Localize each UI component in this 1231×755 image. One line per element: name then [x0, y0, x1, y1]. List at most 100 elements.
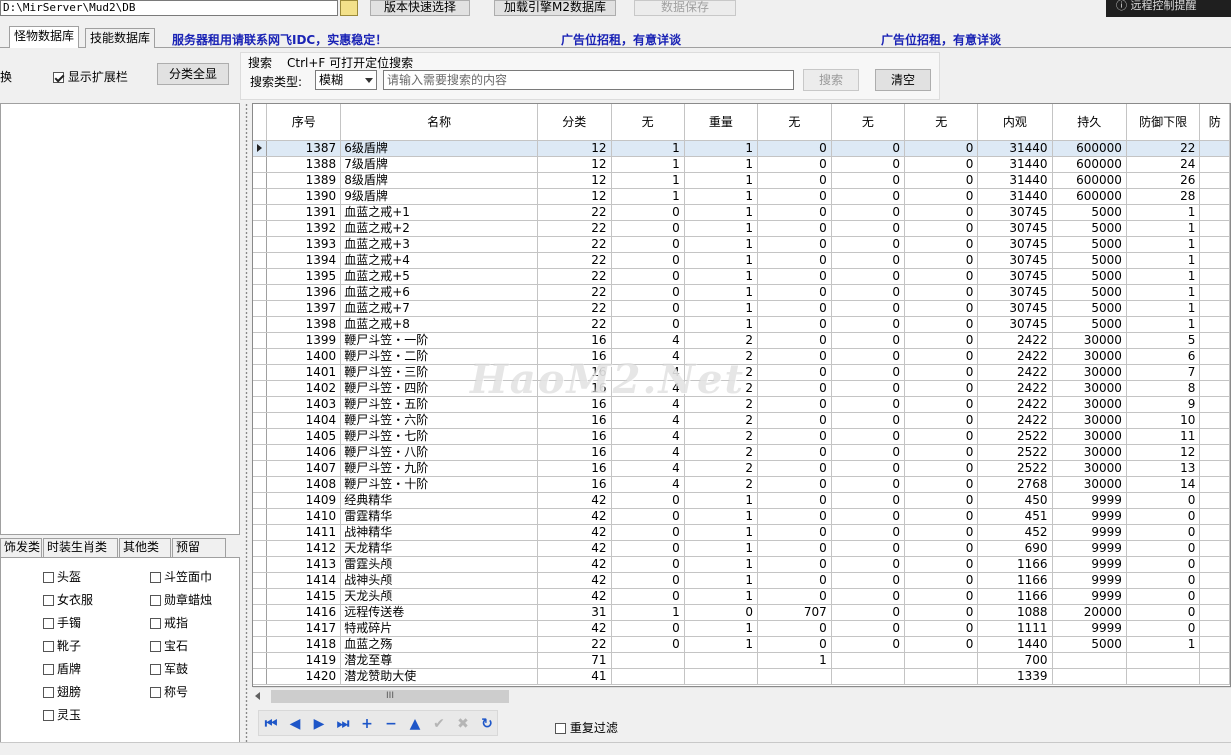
- table-cell[interactable]: 0: [904, 540, 979, 557]
- table-row[interactable]: 1393 血蓝之戒+3 22 0 1 0 0 0 30745 5000 1: [253, 236, 1230, 253]
- table-cell[interactable]: 22: [537, 204, 612, 221]
- table-cell[interactable]: 0: [1126, 508, 1201, 525]
- cat-bracelet[interactable]: 手镯: [43, 614, 81, 631]
- table-cell[interactable]: 16: [537, 332, 612, 349]
- table-cell[interactable]: 30000: [1052, 444, 1127, 461]
- table-cell[interactable]: 1405: [266, 428, 342, 445]
- table-cell[interactable]: 0: [904, 348, 979, 365]
- first-icon[interactable]: ⏮: [261, 714, 281, 734]
- table-cell[interactable]: 2: [684, 460, 759, 477]
- table-cell[interactable]: 5000: [1052, 316, 1127, 333]
- table-cell[interactable]: 6级盾牌: [340, 140, 538, 157]
- table-cell[interactable]: 4: [611, 332, 685, 349]
- table-cell[interactable]: 42: [537, 556, 612, 573]
- table-cell[interactable]: 鞭尸斗笠・九阶: [340, 460, 538, 477]
- table-row[interactable]: 1391 血蓝之戒+1 22 0 1 0 0 0 30745 5000 1: [253, 204, 1230, 221]
- table-cell[interactable]: 0: [1126, 572, 1201, 589]
- scroll-thumb[interactable]: III: [271, 690, 509, 703]
- table-cell[interactable]: 1: [611, 172, 685, 189]
- table-cell[interactable]: 1389: [266, 172, 342, 189]
- header-cell[interactable]: 无: [904, 104, 979, 141]
- table-cell[interactable]: 6: [1126, 348, 1201, 365]
- last-icon[interactable]: ⏭: [333, 714, 353, 734]
- table-cell[interactable]: 2: [684, 364, 759, 381]
- table-cell[interactable]: 1396: [266, 284, 342, 301]
- table-cell[interactable]: 1417: [266, 620, 342, 637]
- table-cell[interactable]: 600000: [1052, 156, 1127, 173]
- table-cell[interactable]: 0: [1126, 620, 1201, 637]
- table-cell[interactable]: 12: [537, 140, 612, 157]
- table-cell[interactable]: 0: [611, 556, 685, 573]
- cat-checkbox[interactable]: [43, 595, 54, 606]
- table-cell[interactable]: [1199, 540, 1230, 557]
- row-indicator[interactable]: [253, 220, 268, 237]
- table-cell[interactable]: 0: [831, 172, 906, 189]
- table-cell[interactable]: 1413: [266, 556, 342, 573]
- table-cell[interactable]: 4: [611, 476, 685, 493]
- table-cell[interactable]: 2522: [977, 460, 1053, 477]
- table-cell[interactable]: 1: [684, 540, 759, 557]
- table-cell[interactable]: 0: [757, 620, 832, 637]
- table-cell[interactable]: 0: [904, 492, 979, 509]
- row-indicator[interactable]: [253, 268, 268, 285]
- table-cell[interactable]: [1199, 668, 1230, 685]
- table-cell[interactable]: 16: [537, 380, 612, 397]
- table-cell[interactable]: 0: [831, 444, 906, 461]
- table-cell[interactable]: 0: [611, 508, 685, 525]
- table-cell[interactable]: 16: [537, 444, 612, 461]
- db-path-field[interactable]: D:\MirServer\Mud2\DB: [0, 0, 338, 16]
- table-cell[interactable]: 0: [757, 556, 832, 573]
- table-cell[interactable]: 1401: [266, 364, 342, 381]
- table-cell[interactable]: 16: [537, 460, 612, 477]
- table-cell[interactable]: 0: [757, 172, 832, 189]
- table-cell[interactable]: [757, 668, 832, 685]
- table-cell[interactable]: 0: [611, 524, 685, 541]
- table-cell[interactable]: 4: [611, 412, 685, 429]
- table-cell[interactable]: [1199, 252, 1230, 269]
- table-cell[interactable]: 0: [757, 508, 832, 525]
- table-row[interactable]: 1416 远程传送卷 31 1 0 707 0 0 1088 20000 0: [253, 604, 1230, 621]
- cat-checkbox[interactable]: [150, 595, 161, 606]
- table-cell[interactable]: 1398: [266, 316, 342, 333]
- table-cell[interactable]: 1395: [266, 268, 342, 285]
- table-cell[interactable]: 潜龙至尊: [340, 652, 538, 669]
- table-cell[interactable]: 10: [1126, 412, 1201, 429]
- table-cell[interactable]: 1399: [266, 332, 342, 349]
- table-cell[interactable]: 22: [537, 236, 612, 253]
- table-cell[interactable]: 0: [831, 188, 906, 205]
- table-cell[interactable]: 0: [904, 140, 979, 157]
- table-cell[interactable]: 潜龙赞助大使: [340, 668, 538, 685]
- row-indicator[interactable]: [253, 284, 268, 301]
- table-cell[interactable]: 1391: [266, 204, 342, 221]
- row-indicator[interactable]: [253, 332, 268, 349]
- table-cell[interactable]: 1: [684, 236, 759, 253]
- table-cell[interactable]: [1199, 556, 1230, 573]
- table-cell[interactable]: 0: [757, 396, 832, 413]
- table-row[interactable]: 1397 血蓝之戒+7 22 0 1 0 0 0 30745 5000 1: [253, 300, 1230, 317]
- table-cell[interactable]: 31440: [977, 156, 1053, 173]
- table-cell[interactable]: 9999: [1052, 524, 1127, 541]
- table-cell[interactable]: 4: [611, 380, 685, 397]
- table-cell[interactable]: 30745: [977, 316, 1053, 333]
- next-icon[interactable]: ▶: [309, 714, 329, 734]
- table-cell[interactable]: 14: [1126, 476, 1201, 493]
- table-cell[interactable]: 0: [831, 220, 906, 237]
- table-cell[interactable]: 0: [611, 588, 685, 605]
- table-cell[interactable]: 9999: [1052, 620, 1127, 637]
- table-cell[interactable]: 2522: [977, 428, 1053, 445]
- table-cell[interactable]: 600000: [1052, 140, 1127, 157]
- repeat-filter-checkbox[interactable]: [555, 723, 566, 734]
- table-cell[interactable]: 9级盾牌: [340, 188, 538, 205]
- table-cell[interactable]: 1416: [266, 604, 342, 621]
- table-cell[interactable]: 1339: [977, 668, 1053, 685]
- table-cell[interactable]: 16: [537, 428, 612, 445]
- table-cell[interactable]: 0: [904, 332, 979, 349]
- header-cell[interactable]: 无: [611, 104, 685, 141]
- tab-monster-db[interactable]: 怪物数据库: [9, 26, 80, 48]
- table-cell[interactable]: 7: [1126, 364, 1201, 381]
- table-cell[interactable]: [1199, 348, 1230, 365]
- table-row[interactable]: 1409 经典精华 42 0 1 0 0 0 450 9999 0: [253, 492, 1230, 509]
- table-cell[interactable]: 0: [757, 460, 832, 477]
- table-cell[interactable]: 1: [684, 252, 759, 269]
- table-cell[interactable]: 0: [904, 300, 979, 317]
